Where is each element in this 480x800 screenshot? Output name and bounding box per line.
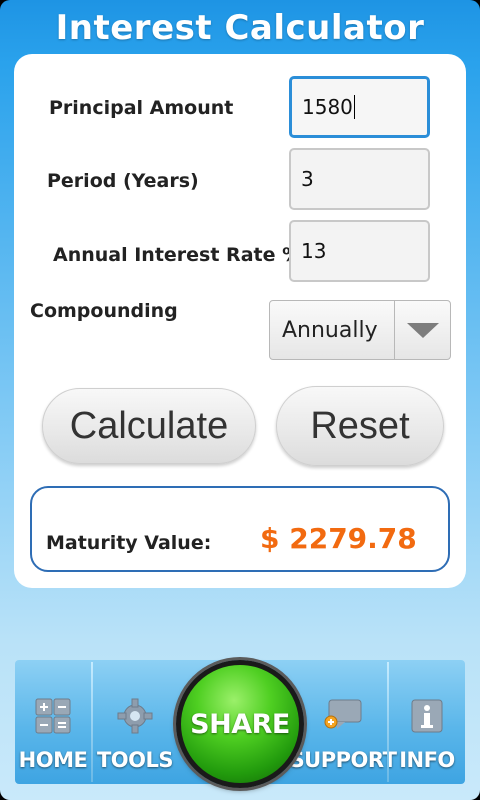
rate-value: 13 [301,239,327,263]
text-caret [353,95,355,119]
compounding-selected-value: Annually [282,317,378,343]
grid-plus-minus-icon [35,698,71,738]
maturity-label: Maturity Value: [46,532,212,554]
compounding-label: Compounding [30,300,178,322]
period-input[interactable]: 3 [289,148,430,210]
rate-label: Annual Interest Rate % [53,244,302,266]
principal-value: 1580 [302,95,353,119]
maturity-value: $ 2279.78 [260,522,417,555]
nav-support-label: SUPPORT [289,748,397,772]
chevron-down-icon[interactable] [394,301,450,359]
chat-plus-icon [323,698,363,738]
nav-info-label: INFO [399,748,455,772]
reset-button[interactable]: Reset [276,386,444,466]
period-value: 3 [301,167,314,191]
info-icon [409,698,445,738]
period-label: Period (Years) [47,170,199,192]
nav-tools-label: TOOLS [96,748,174,772]
share-button[interactable]: SHARE [176,660,304,788]
app-screen: Interest Calculator Principal Amount 158… [0,0,480,800]
share-label: SHARE [190,708,290,740]
nav-support[interactable]: SUPPORT [290,660,397,784]
nav-tools[interactable]: TOOLS [93,660,177,784]
nav-info[interactable]: INFO [389,660,465,784]
form-card: Principal Amount 1580 Period (Years) 3 A… [14,54,466,588]
gear-icon [117,698,153,738]
nav-home-label: HOME [18,748,88,772]
page-title: Interest Calculator [55,8,425,48]
nav-home[interactable]: HOME [15,660,91,784]
rate-input[interactable]: 13 [289,220,430,282]
compounding-select[interactable]: Annually [269,300,451,360]
calculate-button[interactable]: Calculate [42,388,256,464]
principal-input[interactable]: 1580 [289,76,430,138]
result-box: Maturity Value: $ 2279.78 [30,486,450,572]
principal-label: Principal Amount [49,97,234,119]
